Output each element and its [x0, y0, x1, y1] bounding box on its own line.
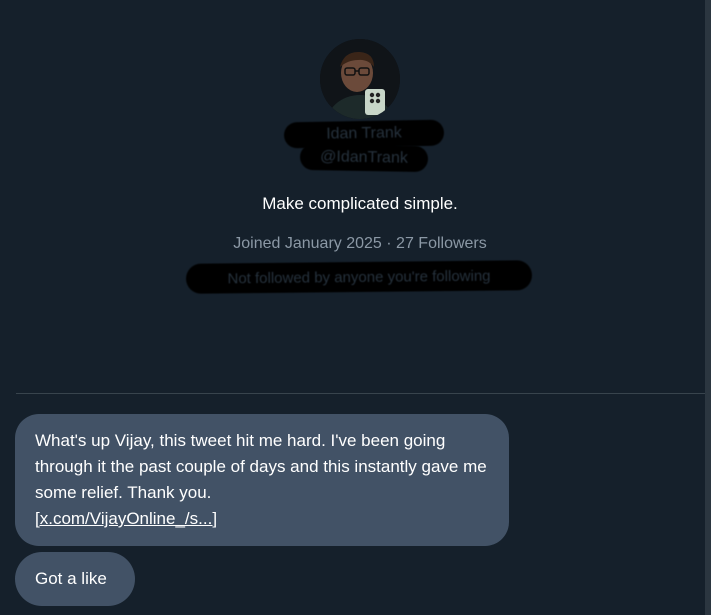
- meta-separator: ·: [386, 235, 392, 252]
- avatar[interactable]: [320, 39, 400, 119]
- joined-date: Joined January 2025: [233, 235, 382, 252]
- followed-by-text: Not followed by anyone you're following: [227, 267, 491, 287]
- message-link[interactable]: [x.com/VijayOnline_/s...]: [35, 509, 217, 528]
- message-text: What's up Vijay, this tweet hit me hard.…: [35, 431, 487, 502]
- message-text: Got a like: [35, 569, 107, 588]
- divider: [16, 393, 705, 394]
- profile-handle: @IdanTrank: [320, 148, 408, 167]
- profile-name: Idan Trank: [326, 124, 402, 143]
- profile-handle-redacted: @IdanTrank: [299, 143, 429, 173]
- avatar-photo-icon: [320, 39, 400, 119]
- profile-bio: Make complicated simple.: [262, 194, 458, 213]
- scrollbar-track[interactable]: [705, 0, 711, 615]
- followed-by-redacted: Not followed by anyone you're following: [185, 260, 533, 294]
- followers-count[interactable]: 27 Followers: [396, 235, 487, 252]
- message-bubble[interactable]: Got a like: [15, 552, 135, 606]
- message-bubble[interactable]: What's up Vijay, this tweet hit me hard.…: [15, 414, 509, 546]
- dm-conversation-view: Idan Trank @IdanTrank Make complicated s…: [0, 0, 711, 615]
- profile-meta: Joined January 2025 · 27 Followers: [0, 235, 711, 253]
